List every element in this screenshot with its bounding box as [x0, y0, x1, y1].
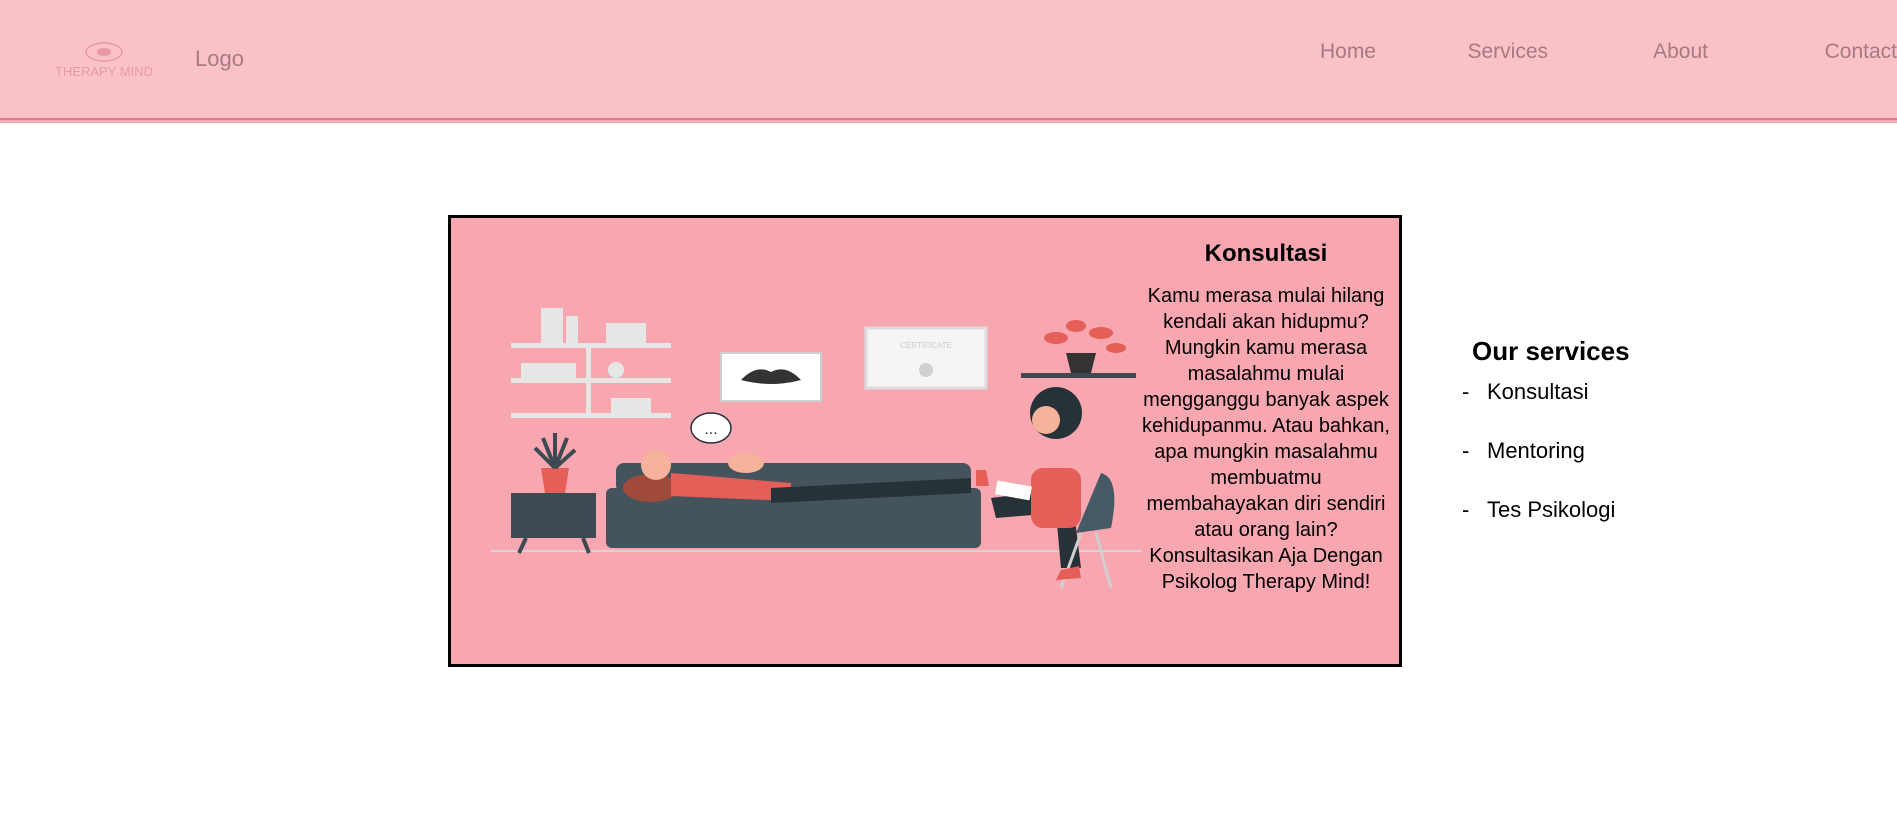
svg-text:...: ... [704, 421, 717, 438]
bookshelf-icon [511, 308, 671, 418]
service-label: Konsultasi [1487, 379, 1589, 404]
nav-home[interactable]: Home [1320, 40, 1376, 64]
service-item-konsultasi[interactable]: - Konsultasi [1462, 379, 1702, 438]
card-title: Konsultasi [1204, 240, 1328, 267]
site-header: THERAPY MIND Logo Home Services About Co… [0, 0, 1897, 120]
nav-contact[interactable]: Contact [1825, 40, 1897, 64]
service-label: Mentoring [1487, 438, 1585, 463]
services-heading: Our services [1472, 336, 1630, 366]
brand-logo[interactable]: THERAPY MIND [34, 40, 174, 80]
brand-logo-icon: THERAPY MIND [55, 42, 153, 79]
speech-bubble-icon: ... [690, 412, 732, 444]
list-bullet: - [1462, 438, 1470, 463]
nav-about[interactable]: About [1653, 40, 1708, 64]
logo-label[interactable]: Logo [195, 46, 244, 72]
potted-plant-icon [1044, 320, 1126, 373]
therapist-figure [976, 387, 1115, 589]
nav-services[interactable]: Services [1467, 40, 1548, 64]
service-item-tes-psikologi[interactable]: - Tes Psikologi [1462, 497, 1702, 556]
services-list-panel: Our services - Konsultasi - Mentoring - … [1462, 336, 1702, 556]
svg-text:CERTIFICATE: CERTIFICATE [900, 341, 952, 350]
service-item-mentoring[interactable]: - Mentoring [1462, 438, 1702, 497]
service-card-konsultasi: CERTIFICATE ... Konsultasi Kamu merasa m… [448, 215, 1402, 667]
card-description: Kamu merasa mulai hilang kendali akan hi… [1142, 285, 1390, 593]
inkblot-frame-icon [720, 352, 822, 402]
brand-mark-text: THERAPY MIND [55, 64, 153, 79]
therapy-session-illustration: CERTIFICATE ... [491, 308, 1141, 589]
service-label: Tes Psikologi [1487, 497, 1616, 522]
list-bullet: - [1462, 497, 1470, 522]
list-bullet: - [1462, 379, 1470, 404]
certificate-icon: CERTIFICATE [864, 326, 988, 390]
